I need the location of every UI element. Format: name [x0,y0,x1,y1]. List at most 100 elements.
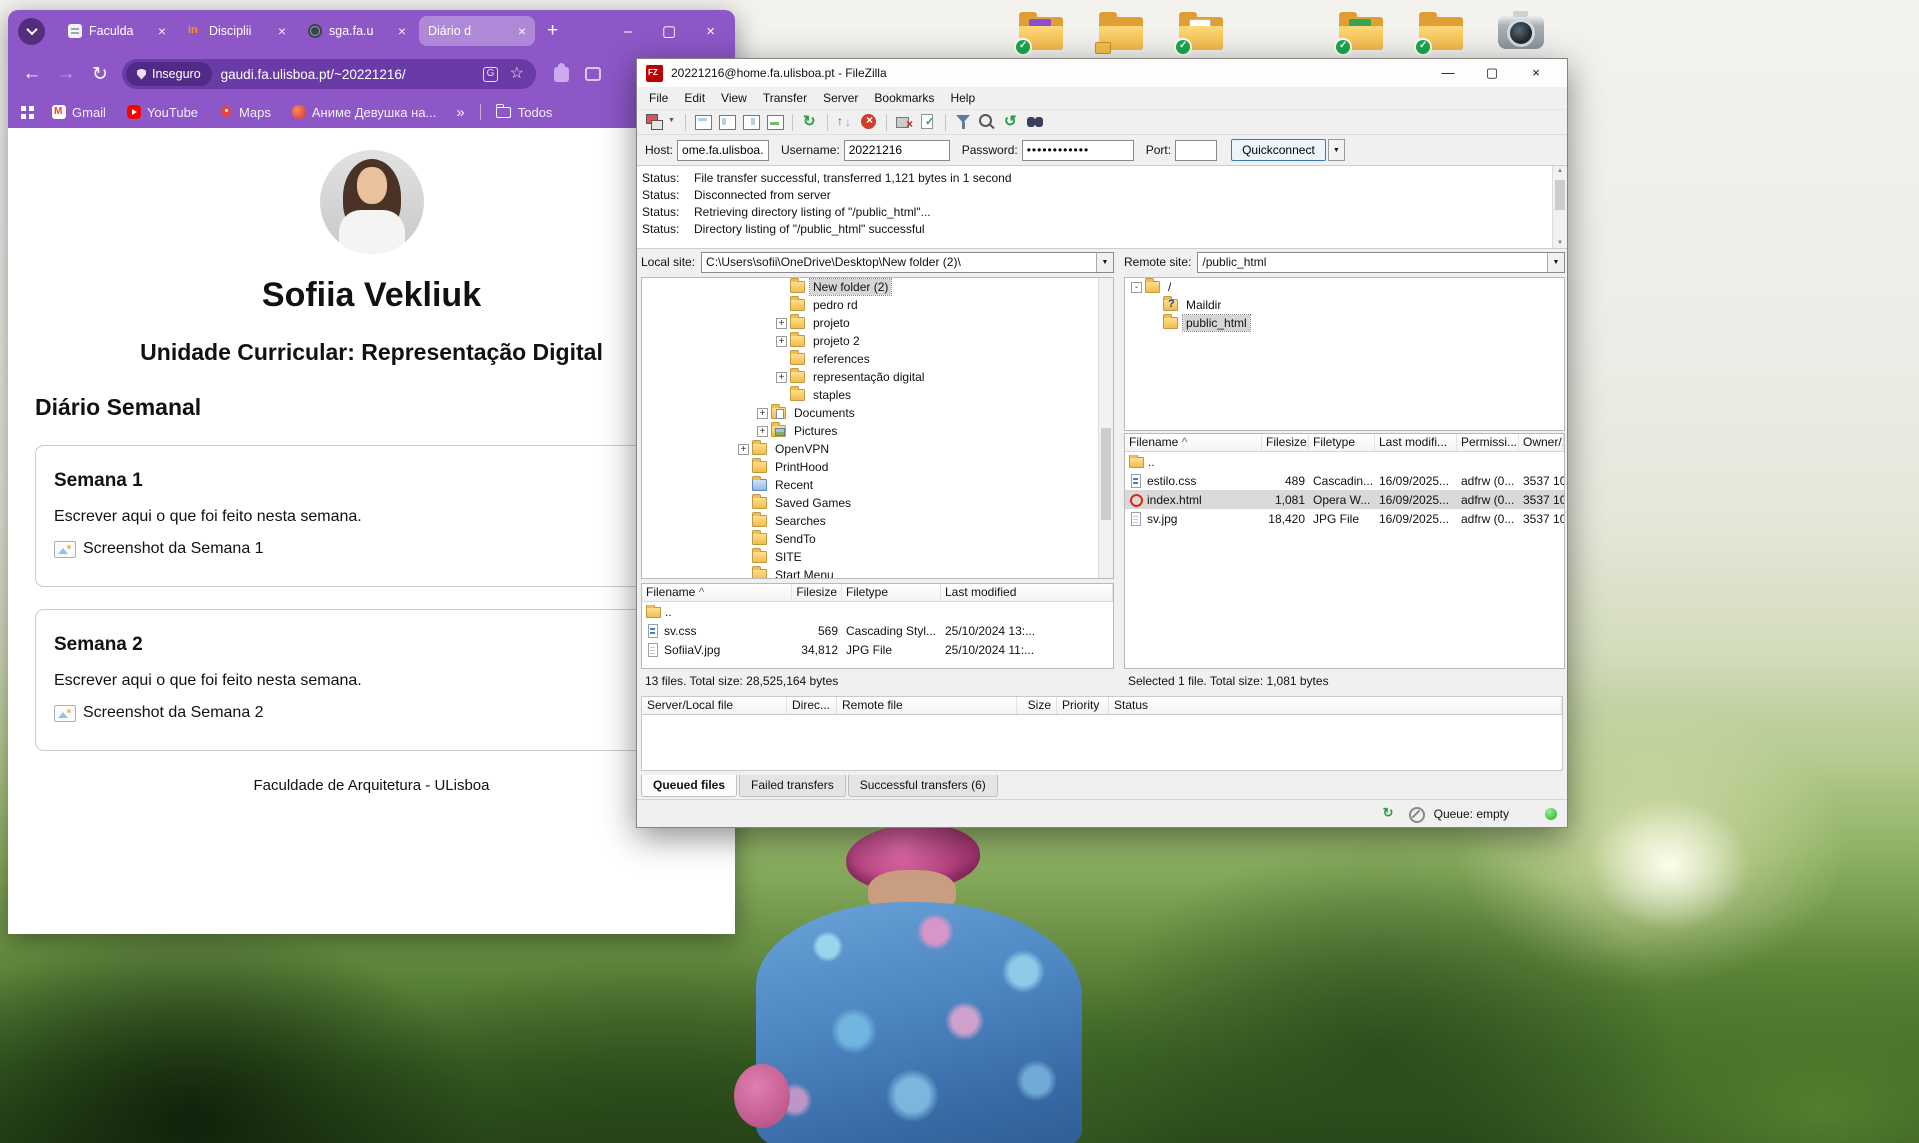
sidebar-icon[interactable] [585,67,601,81]
tree-item[interactable]: + projeto 2 [642,332,1113,350]
local-tree-scrollbar[interactable] [1098,278,1113,578]
desktop-icon[interactable] [1094,4,1148,58]
tree-expander-icon[interactable] [1149,318,1160,329]
bookmark-star-icon[interactable]: ☆ [510,66,524,82]
tree-item[interactable]: New folder (2) [642,278,1113,296]
tree-expander-icon[interactable] [776,300,787,311]
tree-expander-icon[interactable] [738,498,749,509]
password-input[interactable] [1021,139,1134,161]
tree-expander-icon[interactable]: + [776,335,787,347]
desktop-icon[interactable] [1414,4,1468,58]
extensions-icon[interactable] [554,62,569,82]
quickconnect-dropdown-icon[interactable]: ▼ [1327,139,1345,161]
tree-item[interactable]: + representação digital [642,368,1113,386]
directory-compare-icon[interactable] [976,112,998,132]
file-row[interactable]: sv.css 569 Cascading Styl... 25/10/2024 … [642,621,1113,640]
tree-item[interactable]: Start Menu [642,566,1113,579]
remote-site-combo[interactable]: /public_html ▼ [1197,251,1565,273]
fz-maximize-button[interactable]: ▢ [1470,59,1514,87]
desktop-icon[interactable] [1014,4,1068,58]
tree-expander-icon[interactable]: + [757,425,768,437]
tree-item[interactable]: + OpenVPN [642,440,1113,458]
tree-expander-icon[interactable]: + [738,443,749,455]
tab-close-icon[interactable]: × [278,23,286,39]
column-header-priority[interactable]: Priority [1057,697,1109,714]
toggle-queue-icon[interactable] [764,112,786,132]
log-scrollbar[interactable] [1552,166,1567,248]
fz-close-button[interactable]: × [1514,59,1558,87]
column-header-filesize[interactable]: Filesize [792,584,842,601]
desktop-icon[interactable] [1334,4,1388,58]
tree-item[interactable]: Searches [642,512,1113,530]
browser-tab[interactable]: Disciplii × [179,16,295,46]
filezilla-titlebar[interactable]: 20221216@home.fa.ulisboa.pt - FileZilla … [637,59,1567,87]
tree-item[interactable]: SendTo [642,530,1113,548]
menu-bookmarks[interactable]: Bookmarks [866,89,942,107]
queue-state-icon[interactable] [1408,806,1425,823]
tree-item[interactable]: + projeto [642,314,1113,332]
bookmark-item[interactable]: Аниме Девушка на... [291,105,436,120]
tree-expander-icon[interactable] [776,354,787,365]
file-row[interactable]: .. [1125,452,1564,471]
tree-item[interactable]: - / [1125,278,1564,296]
tree-expander-icon[interactable] [738,462,749,473]
menu-edit[interactable]: Edit [676,89,713,107]
quickconnect-button[interactable]: Quickconnect [1231,139,1326,161]
tree-expander-icon[interactable] [1149,300,1160,311]
tree-item[interactable]: public_html [1125,314,1564,332]
column-header-filename[interactable]: Filename [1125,434,1262,451]
column-header-server-local-file[interactable]: Server/Local file [642,697,787,714]
site-manager-dropdown-icon[interactable] [667,112,679,132]
chevron-down-icon[interactable]: ▼ [1547,252,1564,272]
bookmark-item[interactable]: Gmail [52,105,106,120]
cancel-operation-icon[interactable] [858,112,880,132]
browser-tab[interactable]: Diário d × [419,16,535,46]
tree-item[interactable]: PrintHood [642,458,1113,476]
tab-failed-transfers[interactable]: Failed transfers [739,775,846,797]
tab-close-icon[interactable]: × [398,23,406,39]
tree-expander-icon[interactable] [738,480,749,491]
file-row[interactable]: estilo.css 489 Cascadin... 16/09/2025...… [1125,471,1564,490]
column-header-status[interactable]: Status [1109,697,1562,714]
tree-expander-icon[interactable] [776,390,787,401]
tree-item[interactable]: Maildir [1125,296,1564,314]
column-header-last-modified[interactable]: Last modifi... [1375,434,1457,451]
local-site-combo[interactable]: C:\Users\sofii\OneDrive\Desktop\New fold… [701,251,1114,273]
tree-expander-icon[interactable]: + [757,407,768,419]
tree-expander-icon[interactable] [738,570,749,579]
find-files-icon[interactable] [1024,112,1046,132]
tree-expander-icon[interactable] [776,282,787,293]
tree-expander-icon[interactable]: + [776,371,787,383]
tab-queued-files[interactable]: Queued files [641,775,738,797]
scrollbar-thumb[interactable] [1101,428,1111,520]
column-header-permissions[interactable]: Permissi... [1457,434,1519,451]
tab-successful-transfers[interactable]: Successful transfers (6) [847,775,998,797]
tab-close-icon[interactable]: × [158,23,166,39]
username-input[interactable] [843,139,950,161]
browser-minimize-button[interactable]: – [624,23,632,40]
browser-tab[interactable]: Faculda × [59,16,175,46]
column-header-remote-file[interactable]: Remote file [837,697,1017,714]
sync-browsing-icon[interactable] [1000,112,1022,132]
column-header-filetype[interactable]: Filetype [842,584,941,601]
tree-expander-icon[interactable] [738,552,749,563]
tree-expander-icon[interactable] [738,534,749,545]
apps-grid-icon[interactable] [21,105,34,119]
directory-comparison-icon[interactable] [917,112,939,132]
security-badge[interactable]: Inseguro [126,62,212,86]
column-header-size[interactable]: Size [1017,697,1057,714]
menu-view[interactable]: View [713,89,755,107]
process-queue-icon[interactable] [834,112,856,132]
reload-button[interactable]: ↻ [88,63,112,86]
browser-close-button[interactable]: × [706,23,715,40]
column-header-filetype[interactable]: Filetype [1309,434,1375,451]
tree-item[interactable]: staples [642,386,1113,404]
file-row[interactable]: SofiiaV.jpg 34,812 JPG File 25/10/2024 1… [642,640,1113,659]
column-header-filename[interactable]: Filename [642,584,792,601]
tree-item[interactable]: Saved Games [642,494,1113,512]
browser-maximize-button[interactable]: ▢ [662,22,676,40]
column-header-owner[interactable]: Owner/... [1519,434,1564,451]
fz-minimize-button[interactable]: — [1426,59,1470,87]
toggle-log-icon[interactable] [692,112,714,132]
bookmark-item[interactable]: Maps [219,105,271,120]
